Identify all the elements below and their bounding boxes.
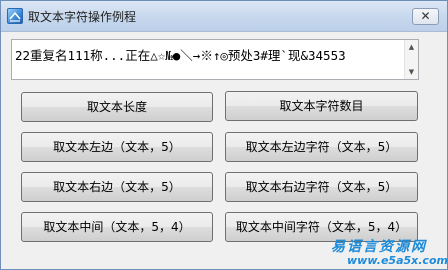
title-bar[interactable]: 取文本字符操作例程 ✕ bbox=[1, 1, 447, 32]
get-right-text-button[interactable]: 取文本右边（文本，5） bbox=[21, 172, 213, 202]
watermark-logo: 易语言资源网 www.e5a5x.com bbox=[331, 236, 448, 270]
text-input[interactable]: 22重复名111称...正在△☆№●＼→※↑◎预处3#理`现&34553 ▲ ▼ bbox=[11, 39, 419, 80]
scroll-up-icon[interactable]: ▲ bbox=[405, 41, 418, 53]
main-window: 取文本字符操作例程 ✕ 22重复名111称...正在△☆№●＼→※↑◎预处3#理… bbox=[0, 0, 448, 270]
watermark-en: www.e5a5x.com bbox=[347, 254, 448, 267]
get-left-chars-button[interactable]: 取文本左边字符（文本，5） bbox=[225, 132, 418, 162]
get-right-chars-button[interactable]: 取文本右边字符（文本，5） bbox=[225, 172, 418, 202]
scroll-down-icon[interactable]: ▼ bbox=[405, 66, 418, 78]
get-char-count-button[interactable]: 取文本字符数目 bbox=[225, 91, 418, 121]
get-left-text-button[interactable]: 取文本左边（文本，5） bbox=[21, 132, 213, 162]
close-button[interactable]: ✕ bbox=[412, 8, 439, 25]
get-middle-text-button[interactable]: 取文本中间（文本，5，4） bbox=[21, 212, 213, 242]
app-icon bbox=[7, 8, 23, 24]
vertical-scrollbar[interactable]: ▲ ▼ bbox=[404, 40, 418, 79]
window-title: 取文本字符操作例程 bbox=[28, 10, 137, 24]
get-text-length-button[interactable]: 取文本长度 bbox=[21, 92, 213, 122]
text-input-value: 22重复名111称...正在△☆№●＼→※↑◎预处3#理`现&34553 bbox=[15, 48, 346, 63]
watermark-cn: 易语言资源网 bbox=[331, 239, 427, 255]
